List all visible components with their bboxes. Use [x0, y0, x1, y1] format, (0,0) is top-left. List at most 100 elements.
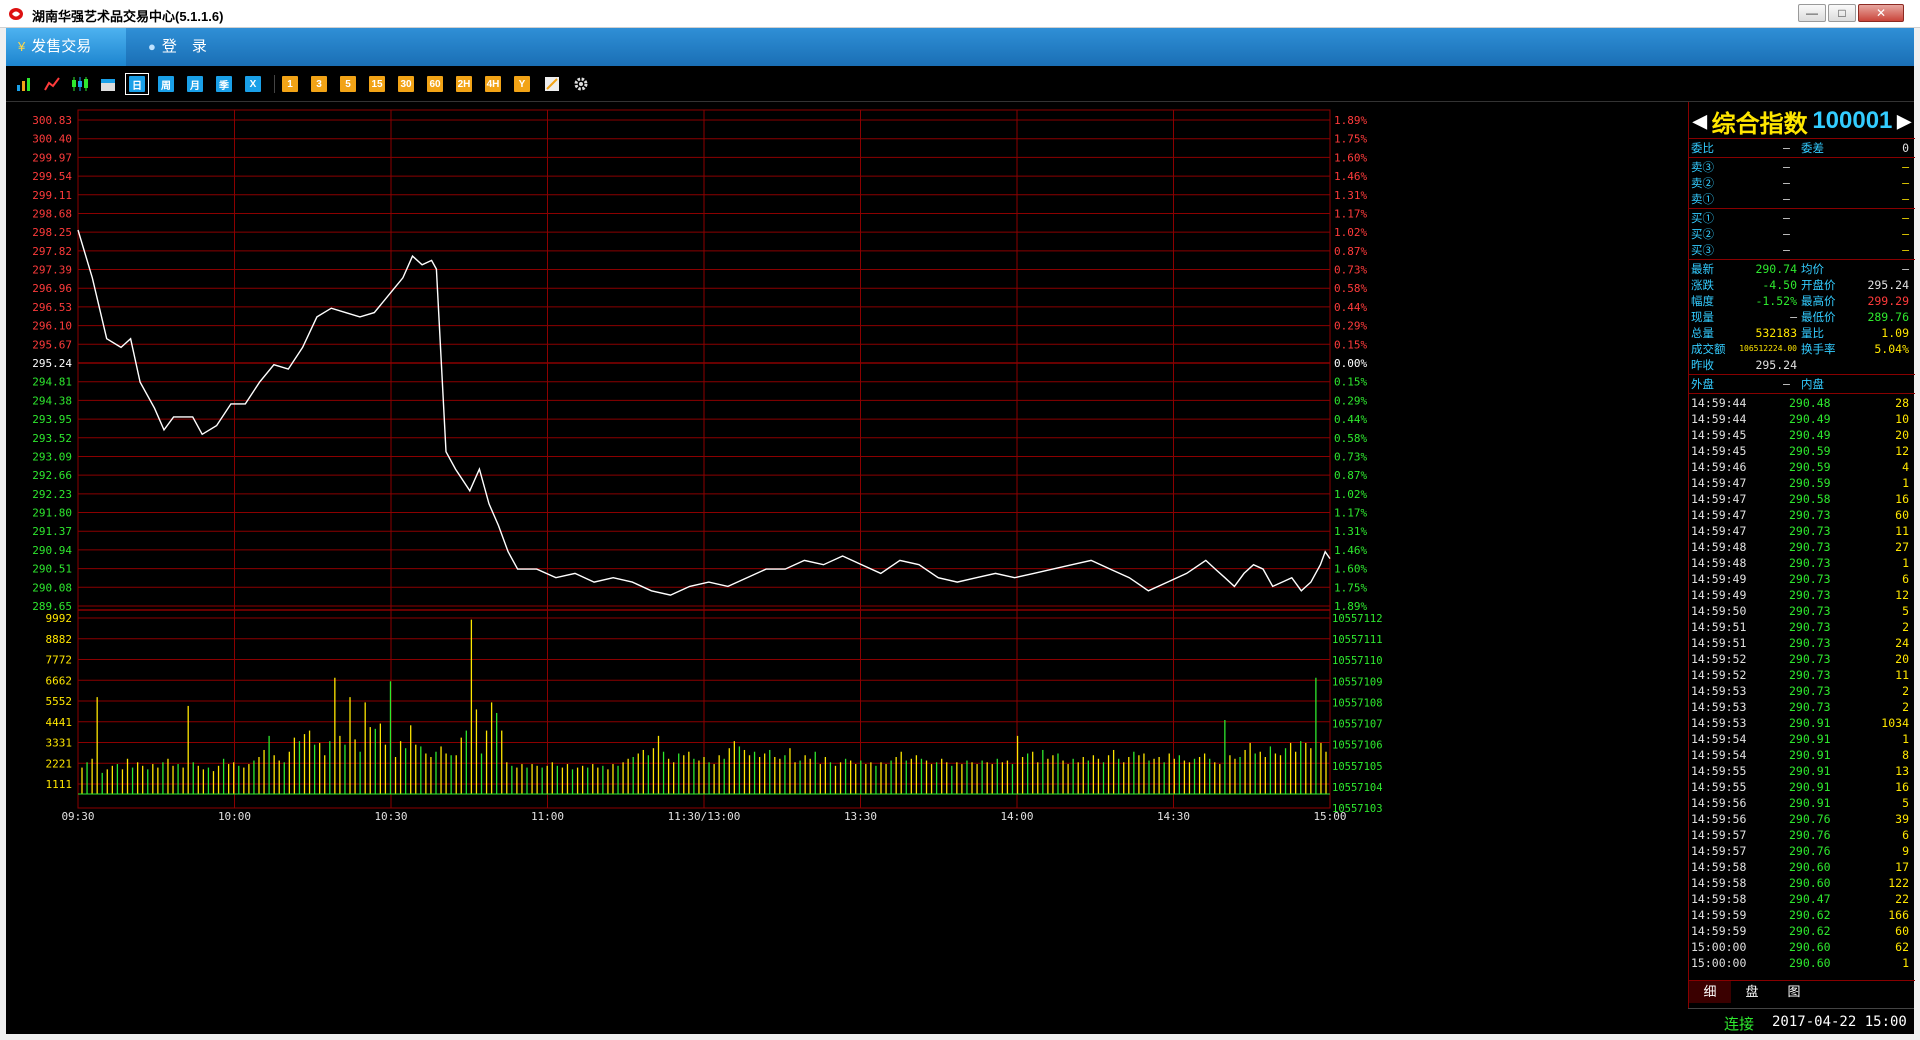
- price-tick-label: 293.09: [32, 450, 72, 463]
- minute-3-label: 3: [311, 76, 327, 92]
- percent-tick-label: 0.29%: [1334, 320, 1367, 333]
- volume-right-tick-label: 10557103: [1332, 803, 1383, 815]
- price-tick-label: 291.80: [32, 507, 72, 520]
- minute-30-label: 30: [398, 76, 414, 92]
- percent-tick-label: 1.75%: [1334, 133, 1367, 146]
- tick-detail-row: 14:59:47 290.58 16: [1691, 492, 1909, 506]
- index-code: 100001: [1812, 107, 1893, 134]
- percent-tick-label: 1.02%: [1334, 488, 1367, 501]
- bar-chart-icon[interactable]: [12, 73, 36, 95]
- panel-divider: [1689, 374, 1915, 375]
- percent-tick-label: 0.44%: [1334, 301, 1367, 314]
- hour-4-button[interactable]: 4H: [481, 73, 505, 95]
- year-button[interactable]: Y: [510, 73, 534, 95]
- period-quarter-button[interactable]: 季: [212, 73, 236, 95]
- tab-detail[interactable]: 细: [1689, 981, 1731, 1003]
- weibi-row: 委比 — 委差 0: [1691, 140, 1913, 156]
- line-chart-icon[interactable]: [40, 73, 64, 95]
- minute-5-button[interactable]: 5: [336, 73, 360, 95]
- percent-tick-label: 1.31%: [1334, 525, 1367, 538]
- maximize-button[interactable]: □: [1828, 4, 1856, 22]
- price-tick-label: 299.54: [32, 170, 72, 183]
- minute-60-label: 60: [427, 76, 443, 92]
- tick-detail-row: 14:59:47 290.59 1: [1691, 476, 1909, 490]
- minute-60-button[interactable]: 60: [423, 73, 447, 95]
- minute-15-button[interactable]: 15: [365, 73, 389, 95]
- next-arrow-icon[interactable]: ▶: [1897, 111, 1911, 132]
- price-tick-label: 298.25: [32, 226, 72, 239]
- period-x-button[interactable]: X: [241, 73, 265, 95]
- tab-orderbook[interactable]: 盘: [1731, 981, 1773, 1003]
- volume-tick-label: 9992: [46, 612, 73, 625]
- outer-label: 外盘: [1691, 377, 1714, 391]
- percent-tick-label: 0.15%: [1334, 376, 1367, 389]
- time-tick-label: 11:30/13:00: [668, 810, 741, 823]
- percent-tick-label: 1.75%: [1334, 581, 1367, 594]
- tick-detail-row: 14:59:52 290.73 11: [1691, 668, 1909, 682]
- prev-arrow-icon[interactable]: ◀: [1693, 111, 1707, 132]
- minimize-button[interactable]: —: [1798, 4, 1826, 22]
- period-month-button[interactable]: 月: [183, 73, 207, 95]
- volume-tick-label: 8882: [46, 633, 73, 646]
- minute-5-label: 5: [340, 76, 356, 92]
- settings-gear-icon[interactable]: [569, 73, 593, 95]
- tick-detail-row: 14:59:45 290.49 20: [1691, 428, 1909, 442]
- panel-tabs: 细 盘 图: [1689, 980, 1915, 1004]
- percent-tick-label: 1.89%: [1334, 600, 1367, 613]
- hour-2-button[interactable]: 2H: [452, 73, 476, 95]
- price-tick-label: 299.11: [32, 189, 72, 202]
- panel-divider: [1689, 259, 1915, 260]
- volume-right-tick-label: 10557106: [1332, 740, 1383, 752]
- price-tick-label: 295.24: [32, 357, 72, 370]
- stat-row: 幅度 -1.52% 最高价 299.29: [1691, 294, 1909, 308]
- tick-detail-row: 14:59:49 290.73 6: [1691, 572, 1909, 586]
- buy-level-row: 买③ — —: [1691, 243, 1909, 257]
- percent-tick-label: 1.31%: [1334, 189, 1367, 202]
- percent-tick-label: 1.17%: [1334, 207, 1367, 220]
- percent-tick-label: 1.17%: [1334, 507, 1367, 520]
- minute-3-button[interactable]: 3: [307, 73, 331, 95]
- percent-tick-label: 0.73%: [1334, 264, 1367, 277]
- percent-tick-label: 1.89%: [1334, 114, 1367, 127]
- volume-right-tick-label: 10557112: [1332, 613, 1383, 625]
- title-bar: 湖南华强艺术品交易中心(5.1.1.6) — □ ✕: [0, 0, 1920, 28]
- stat-row: 成交额 106512224.00 换手率 5.04%: [1691, 342, 1909, 356]
- price-tick-label: 292.23: [32, 488, 72, 501]
- candlestick-icon[interactable]: [68, 73, 92, 95]
- price-tick-label: 297.39: [32, 264, 72, 277]
- price-tick-label: 294.38: [32, 394, 72, 407]
- close-button[interactable]: ✕: [1858, 4, 1904, 22]
- percent-tick-label: 1.60%: [1334, 151, 1367, 164]
- divider: [1689, 138, 1915, 139]
- volume-tick-label: 3331: [46, 737, 73, 750]
- tick-detail-row: 14:59:52 290.73 20: [1691, 652, 1909, 666]
- draw-tool-icon[interactable]: [540, 73, 564, 95]
- index-name: 综合指数: [1711, 110, 1808, 138]
- stat-row: 涨跌 -4.50 开盘价 295.24: [1691, 278, 1909, 292]
- user-icon: ●: [148, 39, 156, 54]
- price-tick-label: 300.40: [32, 133, 72, 146]
- tab-chart[interactable]: 图: [1773, 981, 1815, 1003]
- calendar-icon[interactable]: [96, 73, 120, 95]
- period-week-button[interactable]: 周: [154, 73, 178, 95]
- price-tick-label: 291.37: [32, 525, 72, 538]
- percent-tick-label: 0.87%: [1334, 245, 1367, 258]
- chart-toolbar: 日 周 月 季 X 1 3 5 15 30 60 2H 4H Y: [6, 66, 1914, 102]
- weicha-label: 委差: [1801, 141, 1824, 155]
- period-day-button[interactable]: 日: [125, 73, 149, 95]
- percent-tick-label: 0.87%: [1334, 469, 1367, 482]
- menu-login[interactable]: ● 登 录: [136, 28, 219, 66]
- panel-divider: [1689, 208, 1915, 209]
- panel-divider: [1689, 393, 1915, 394]
- price-tick-label: 298.68: [32, 207, 72, 220]
- menu-login-label: 登 录: [161, 38, 207, 55]
- stat-row: 昨收 295.24: [1691, 358, 1797, 372]
- minute-30-button[interactable]: 30: [394, 73, 418, 95]
- intraday-chart[interactable]: 300.83 1.89% 300.40 1.75% 299.97 1.60% 299.54 1…: [6, 102, 1694, 1034]
- minute-1-button[interactable]: 1: [278, 73, 302, 95]
- time-tick-label: 14:30: [1157, 810, 1190, 823]
- menu-trade[interactable]: ¥ 发售交易: [6, 28, 126, 66]
- volume-tick-label: 4441: [46, 716, 73, 729]
- minute-1-label: 1: [282, 76, 298, 92]
- tick-detail-row: 14:59:57 290.76 9: [1691, 844, 1909, 858]
